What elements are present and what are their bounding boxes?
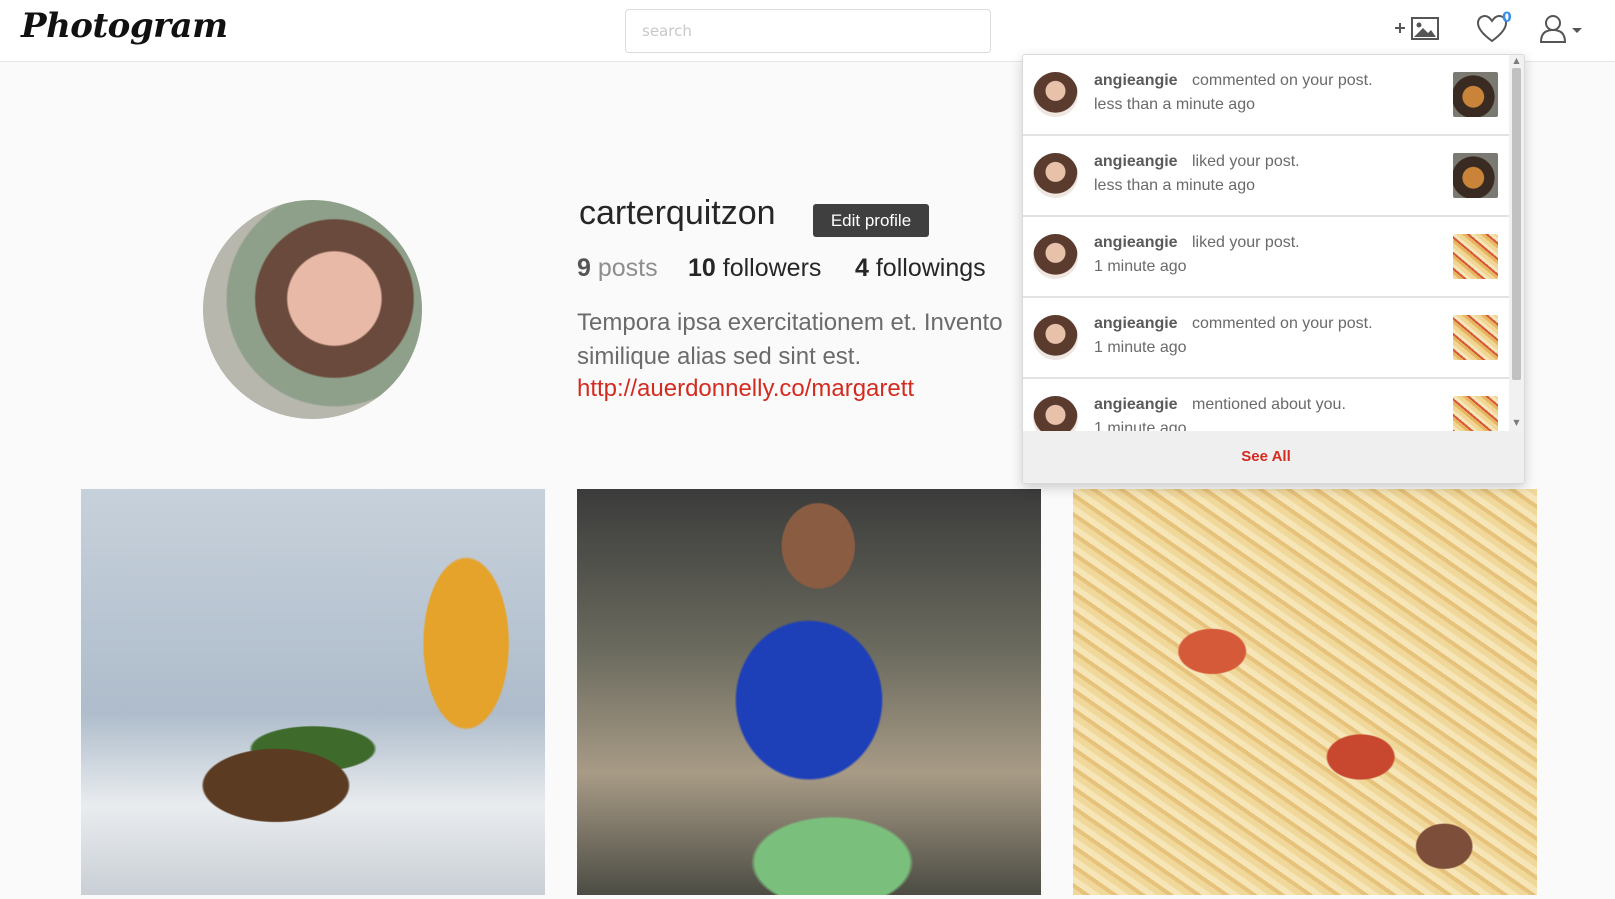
pasta-photo[interactable] <box>1073 489 1537 895</box>
followings-count: 4 <box>855 254 869 282</box>
add-photo-icon[interactable] <box>1394 15 1442 43</box>
notification-time: 1 minute ago <box>1094 420 1187 431</box>
scroll-up-icon[interactable]: ▲ <box>1512 57 1521 65</box>
see-all-link[interactable]: See All <box>1023 431 1509 483</box>
notification-action: liked your post. <box>1192 153 1300 170</box>
notification-action: commented on your post. <box>1192 315 1373 332</box>
notifications-list[interactable]: angieangie commented on your post. less … <box>1023 55 1509 431</box>
notification-action: commented on your post. <box>1192 72 1373 89</box>
notification-item[interactable]: angieangie commented on your post. less … <box>1023 55 1509 136</box>
notification-item[interactable]: angieangie liked your post. less than a … <box>1023 136 1509 217</box>
stat-posts: 9 posts <box>577 254 658 283</box>
notification-post-thumbnail[interactable] <box>1453 234 1498 279</box>
boy-at-table-photo[interactable] <box>577 489 1041 895</box>
posts-count: 9 <box>577 254 591 282</box>
notification-avatar <box>1033 72 1078 117</box>
search-input[interactable] <box>625 9 991 53</box>
notification-time: less than a minute ago <box>1094 177 1255 194</box>
notification-avatar <box>1033 396 1078 431</box>
notification-user[interactable]: angieangie <box>1094 153 1178 171</box>
notification-avatar <box>1033 234 1078 279</box>
notification-user[interactable]: angieangie <box>1094 396 1178 414</box>
posts-label: posts <box>597 254 658 282</box>
profile-username: carterquitzon <box>579 194 776 232</box>
notification-user[interactable]: angieangie <box>1094 72 1178 90</box>
notifications-dropdown: angieangie commented on your post. less … <box>1022 54 1525 484</box>
notification-time: less than a minute ago <box>1094 96 1255 113</box>
bio-line: similique alias sed sint est. <box>577 343 862 370</box>
profile-website-link[interactable]: http://auerdonnelly.co/margarett <box>577 375 914 403</box>
notification-count-badge: 0 <box>1502 10 1512 26</box>
user-icon[interactable] <box>1538 13 1584 45</box>
scrollbar-thumb[interactable] <box>1512 68 1521 380</box>
notification-avatar <box>1033 153 1078 198</box>
notification-item[interactable]: angieangie liked your post. 1 minute ago <box>1023 217 1509 298</box>
notification-action: mentioned about you. <box>1192 396 1346 413</box>
notification-time: 1 minute ago <box>1094 258 1187 275</box>
notification-user[interactable]: angieangie <box>1094 234 1178 252</box>
notification-action: liked your post. <box>1192 234 1300 251</box>
notification-item[interactable]: angieangie commented on your post. 1 min… <box>1023 298 1509 379</box>
notification-post-thumbnail[interactable] <box>1453 153 1498 198</box>
followers-count: 10 <box>688 254 716 282</box>
bio-line: Tempora ipsa exercitationem et. Invento <box>577 309 1003 336</box>
stat-followers[interactable]: 10 followers <box>688 254 821 283</box>
notification-post-thumbnail[interactable] <box>1453 396 1498 431</box>
notification-item[interactable]: angieangie mentioned about you. 1 minute… <box>1023 379 1509 431</box>
notification-time: 1 minute ago <box>1094 339 1187 356</box>
profile-bio: Tempora ipsa exercitationem et. Invento … <box>577 306 1017 376</box>
navbar: Photogram 0 <box>0 0 1615 62</box>
notification-post-thumbnail[interactable] <box>1453 315 1498 360</box>
notification-post-thumbnail[interactable] <box>1453 72 1498 117</box>
logo[interactable]: Photogram <box>21 6 228 46</box>
edit-profile-button[interactable]: Edit profile <box>813 204 929 237</box>
scroll-down-icon[interactable]: ▼ <box>1512 419 1521 427</box>
caret-down-icon <box>1572 28 1582 33</box>
stat-followings[interactable]: 4 followings <box>855 254 986 283</box>
notification-avatar <box>1033 315 1078 360</box>
notifications-footer: See All <box>1023 431 1524 483</box>
followers-label: followers <box>722 254 822 282</box>
profile-avatar <box>203 200 422 419</box>
burger-and-beer-photo[interactable] <box>81 489 545 895</box>
notification-user[interactable]: angieangie <box>1094 315 1178 333</box>
followings-label: followings <box>875 254 986 282</box>
